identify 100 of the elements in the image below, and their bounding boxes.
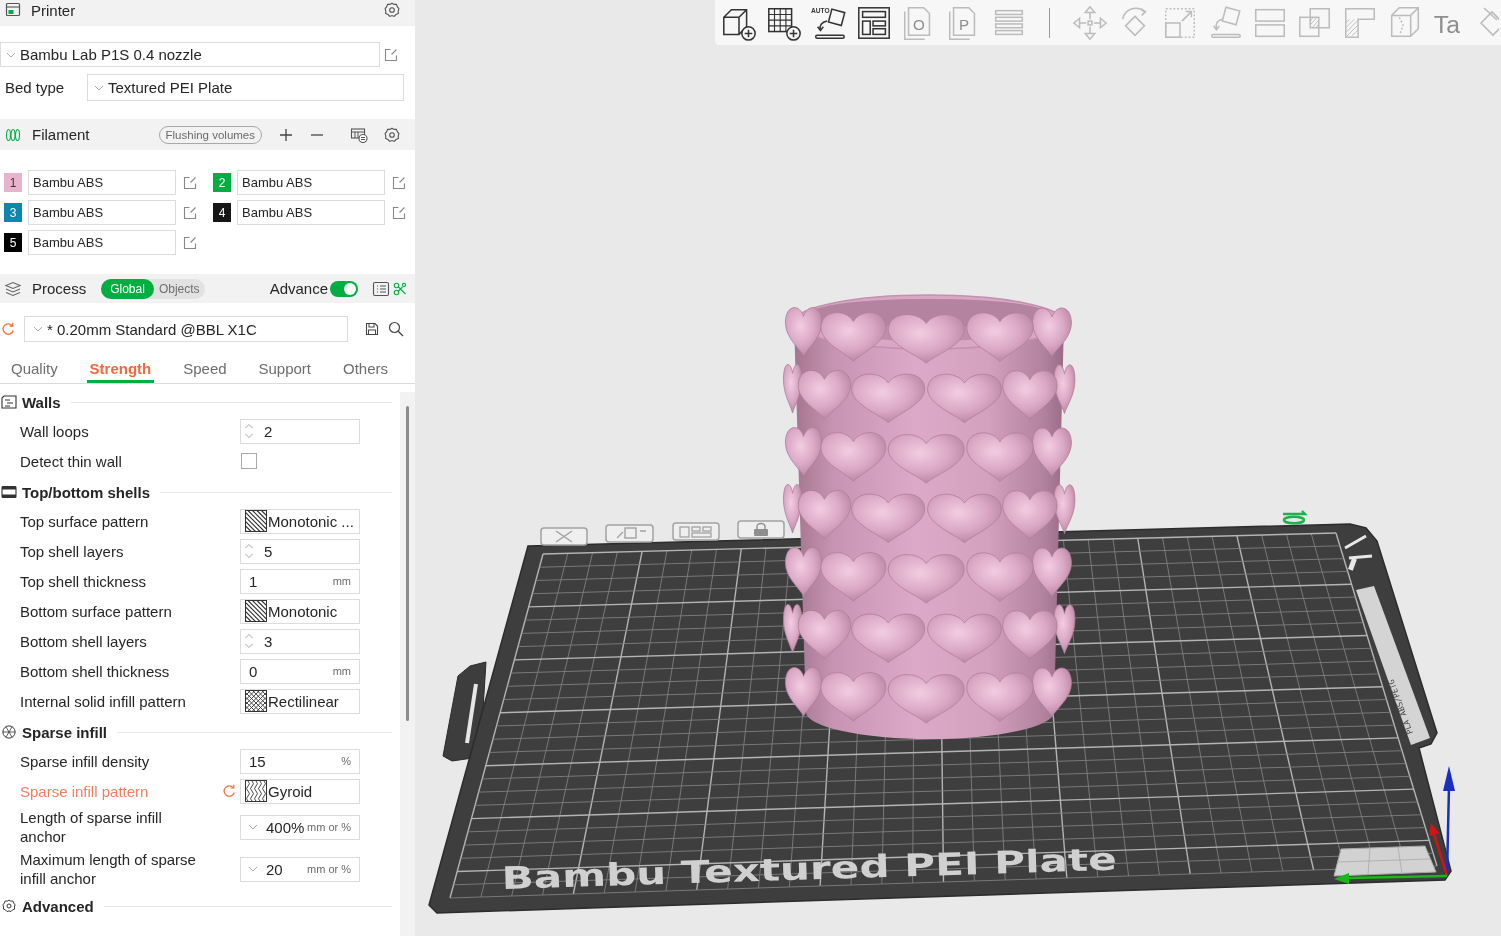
printer-dropdown[interactable]: Bambu Lab P1S 0.4 nozzle [0,42,380,67]
filament-swatch[interactable]: 5 [4,233,22,252]
reset-icon[interactable] [222,784,236,798]
diagonal-lines-icon [245,510,267,532]
setting-label: Top shell thickness [20,571,146,591]
filament-swatch[interactable]: 4 [213,203,231,222]
filament-swatch[interactable]: 3 [4,203,22,222]
edit-icon[interactable] [183,205,197,220]
settings-tab[interactable]: Quality [8,356,61,383]
walls-icon [1,395,17,409]
close-icon[interactable] [540,527,588,546]
settings-tab[interactable]: Support [255,356,315,383]
caret-icon [94,84,104,91]
shells-icon [1,485,17,499]
filament-field[interactable]: Bambu ABS [28,170,176,195]
section-title: Top/bottom shells [22,483,151,501]
printer-sync-icon[interactable] [350,126,368,143]
unit-label: mm or % [307,863,351,875]
caret-icon [33,326,43,332]
number-field[interactable]: 0 mm [240,658,360,684]
filament-field[interactable]: Bambu ABS [28,200,176,225]
edit-icon[interactable] [392,205,406,220]
printer-icon [5,2,21,18]
plate-marker-icon [1282,510,1308,525]
bed-type-dropdown[interactable]: Textured PEI Plate [87,74,404,101]
spin-arrows-icon[interactable] [244,542,254,560]
section-title: Sparse infill [22,723,108,741]
setting-label: Top surface pattern [20,511,149,531]
gear-icon [1,899,17,913]
setting-label: Maximum length of sparse infill anchor [20,850,197,888]
process-title: Process [32,280,87,297]
wavy-pattern-icon [245,780,267,802]
settings-icon[interactable] [384,126,400,143]
filament-swatch[interactable]: 1 [4,173,22,192]
advance-switch[interactable] [330,280,358,297]
settings-icon[interactable] [384,2,400,18]
caret-icon[interactable] [248,866,258,872]
flushing-volumes-button[interactable]: Flushing volumes [158,125,262,144]
filament-field[interactable]: Bambu ABS [237,170,385,195]
reset-icon[interactable] [1,322,15,336]
setting-label: Bottom surface pattern [20,601,172,621]
filament-field[interactable]: Bambu ABS [237,200,385,225]
spools-icon [5,126,21,143]
checkbox[interactable] [241,453,257,469]
setting-label: Internal solid infill pattern [20,691,186,711]
edit-icon[interactable] [392,175,406,190]
printer-title: Printer [31,2,76,19]
setting-label: Detect thin wall [20,451,122,471]
edit-icon[interactable] [384,47,398,62]
spin-arrows-icon[interactable] [244,632,254,650]
search-icon[interactable] [388,321,404,337]
scrollbar[interactable] [400,392,415,936]
pattern-dropdown[interactable]: Monotonic [240,598,360,624]
unit-label: % [341,755,351,767]
combo-field[interactable]: 20 mm or % [240,856,360,882]
advance-label: Advance [269,280,328,297]
filament-field[interactable]: Bambu ABS [28,230,176,255]
unit-label: mm [332,575,351,587]
setting-label: Sparse infill density [20,751,150,771]
scrollbar-thumb[interactable] [406,406,409,721]
spin-field[interactable]: 2 [240,418,360,444]
setting-label: Top shell layers [20,541,124,561]
pattern-dropdown[interactable]: Rectilinear [240,688,360,714]
scissors-icon[interactable] [393,281,407,296]
pattern-dropdown[interactable]: Gyroid [240,778,360,804]
diagonal-lines-icon [245,600,267,622]
spin-field[interactable]: 5 [240,538,360,564]
spin-arrows-icon[interactable] [244,422,254,440]
spin-field[interactable]: 3 [240,628,360,654]
filament-title: Filament [32,126,90,143]
process-preset-dropdown[interactable]: * 0.20mm Standard @BBL X1C [24,316,348,342]
layers-icon [5,280,21,297]
crosshatch-icon [245,690,267,712]
number-field[interactable]: 15 % [240,748,360,774]
infill-icon [1,725,17,739]
section-title: Advanced [22,897,94,915]
caret-icon [6,51,16,58]
caret-icon[interactable] [248,824,258,830]
settings-tab[interactable]: Speed [180,356,230,383]
setting-label: Length of sparse infill anchor [20,808,163,846]
pattern-dropdown[interactable]: Monotonic ... [240,508,360,534]
section-title: Walls [22,393,61,411]
settings-tab[interactable]: Others [339,356,391,383]
unit-label: mm [332,665,351,677]
setting-label: Bottom shell thickness [20,661,170,681]
number-field[interactable]: 1 mm [240,568,360,594]
bed-type-label: Bed type [5,79,65,96]
edit-icon[interactable] [183,175,197,190]
scope-tab[interactable]: Objects [153,278,205,299]
save-icon[interactable] [365,322,379,336]
lock-icon[interactable] [737,520,785,539]
setting-label: Bottom shell layers [20,631,147,651]
edit-icon[interactable] [183,235,197,250]
unit-label: mm or % [307,821,351,833]
axis-arrows-icon [1334,766,1455,884]
setting-label: Wall loops [20,421,89,441]
list-icon[interactable] [372,280,390,297]
combo-field[interactable]: 400% mm or % [240,814,360,840]
setting-label: Sparse infill pattern [20,781,149,801]
plus-icon[interactable] [279,127,293,142]
